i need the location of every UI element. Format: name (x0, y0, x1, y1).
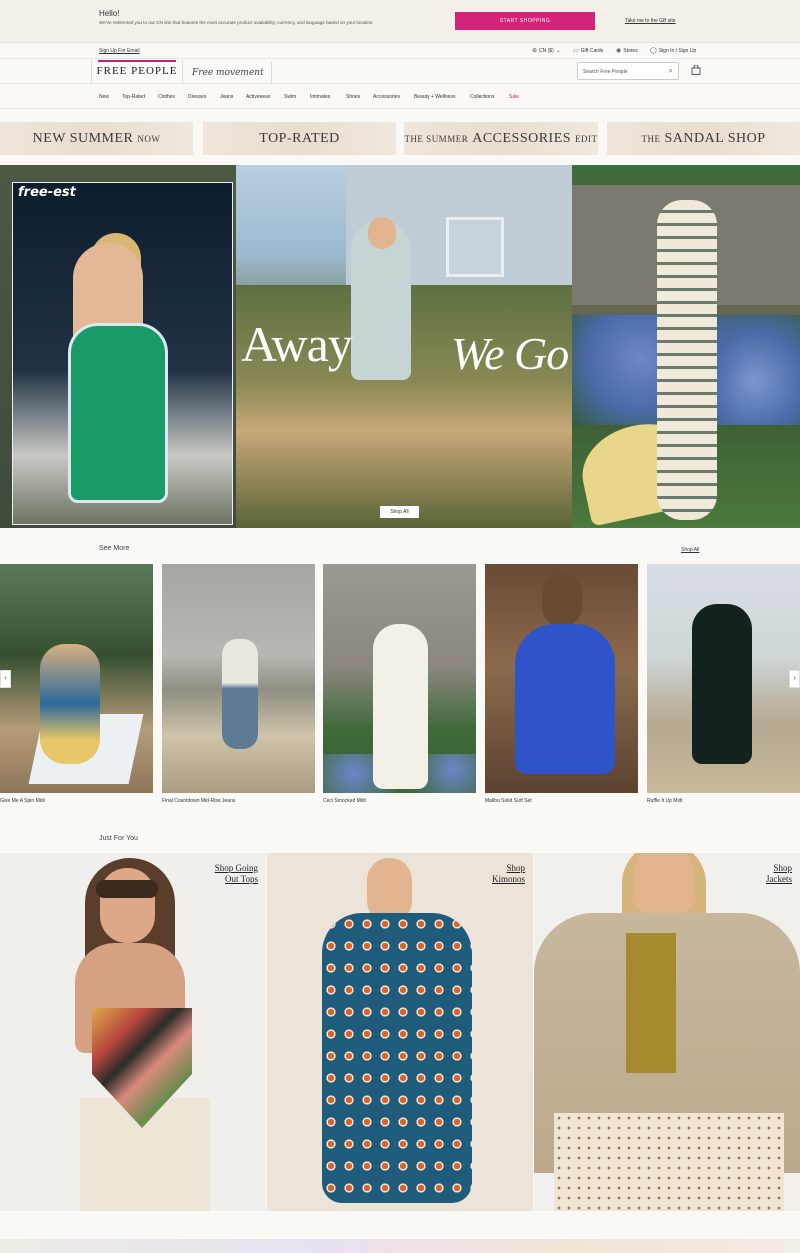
gb-site-link[interactable]: Take me to the GB site (625, 18, 676, 24)
promo-tiles: NEW SUMMER NOW TOP-RATED THE SUMMER ACCE… (0, 122, 800, 155)
product-image[interactable] (162, 564, 315, 793)
tile-link-line2: Kimonos (491, 874, 525, 884)
redirect-message: We've redirected you to our CN site that… (99, 20, 374, 25)
product-card[interactable]: Give Me A Spin Midi (0, 564, 153, 804)
bottom-promo-strip (0, 1239, 800, 1253)
promo-title: SANDAL SHOP (664, 130, 766, 146)
promo-accessories-edit[interactable]: THE SUMMER ACCESSORIES EDIT (404, 122, 598, 155)
tile-link-line1: Shop Going (214, 863, 258, 873)
free-people-logo[interactable]: FREE PEOPLE (91, 60, 183, 84)
location-pin-icon: ◉ (616, 48, 622, 54)
product-image[interactable] (323, 564, 476, 793)
product-card[interactable]: Ceci Smocked Midi (323, 564, 476, 804)
product-card[interactable]: Final Countdown Mid-Rise Jeans (162, 564, 315, 804)
search-icon[interactable]: ⌕ (669, 66, 673, 76)
tile-going-out-tops[interactable]: Shop Going Out Tops (0, 853, 266, 1211)
product-image[interactable] (0, 564, 153, 793)
hero-card-image (12, 182, 233, 525)
nav-item-shoes[interactable]: Shoes (346, 94, 360, 100)
carousel-next-button[interactable]: › (789, 670, 800, 688)
redirect-banner: Hello! We've redirected you to our CN si… (0, 0, 800, 43)
promo-prefix: THE SUMMER (404, 133, 469, 144)
chevron-left-icon: ‹ (4, 675, 7, 682)
search-input[interactable] (583, 66, 663, 77)
gift-cards-link[interactable]: ▭ Gift Cards (573, 47, 604, 55)
product-name[interactable]: Ceci Smocked Midi (323, 798, 366, 804)
gift-cards-label: Gift Cards (580, 47, 604, 54)
nav-item-new[interactable]: New (99, 94, 109, 100)
promo-title: NEW SUMMER (32, 130, 134, 146)
promo-sandal-shop[interactable]: THE SANDAL SHOP (607, 122, 800, 155)
promo-prefix: THE (641, 133, 661, 144)
nav-item-sale[interactable]: Sale (509, 94, 519, 100)
promo-suffix: NOW (137, 133, 161, 144)
tile-kimonos[interactable]: Shop Kimonos (267, 853, 533, 1211)
product-name[interactable]: Malibu Solid Surf Set (485, 798, 532, 804)
main-nav: New Top-Rated Clothes Dresses Jeans Acti… (0, 85, 800, 109)
promo-top-rated[interactable]: TOP-RATED (203, 122, 396, 155)
product-carousel: Give Me A Spin Midi Final Countdown Mid-… (0, 564, 800, 809)
tile-link-line2: Out Tops (225, 874, 258, 884)
product-name[interactable]: Final Countdown Mid-Rise Jeans (162, 798, 235, 804)
product-name[interactable]: Give Me A Spin Midi (0, 798, 45, 804)
search-box[interactable]: ⌕ (577, 62, 679, 80)
just-for-you-title: Just For You (99, 835, 138, 842)
sign-in-link[interactable]: ◯ Sign In / Sign Up (650, 47, 697, 55)
nav-item-swim[interactable]: Swim (284, 94, 296, 100)
gift-card-icon: ▭ (573, 48, 579, 54)
nav-item-accessories[interactable]: Accessories (373, 94, 400, 100)
chevron-down-icon: ⌄ (555, 48, 561, 54)
hero-image-right (572, 165, 800, 528)
nav-item-activewear[interactable]: Activewear (246, 94, 270, 100)
redirect-hello: Hello! (99, 9, 120, 18)
tile-link-line2: Jackets (766, 874, 792, 884)
see-more-shop-all-link[interactable]: Shop All (681, 547, 699, 553)
product-card[interactable]: Malibu Solid Surf Set (485, 564, 638, 804)
see-more-title: See More (99, 545, 130, 552)
promo-suffix: EDIT (575, 133, 598, 144)
globe-icon: ⊕ (532, 48, 538, 54)
product-image[interactable] (647, 564, 800, 793)
shop-jackets-link[interactable]: Shop Jackets (732, 863, 792, 885)
movement-logo[interactable]: Free movement (188, 62, 272, 84)
product-card[interactable]: Ruffle It Up Midi (647, 564, 800, 804)
sign-in-label: Sign In / Sign Up (658, 47, 697, 54)
hero-image-left: free-est (0, 165, 236, 528)
nav-item-collections[interactable]: Collections (470, 94, 494, 100)
tile-link-line1: Shop (506, 863, 525, 873)
just-for-you-grid: Shop Going Out Tops Shop Kimonos Shop Ja… (0, 853, 800, 1211)
tile-link-line1: Shop (773, 863, 792, 873)
start-shopping-button[interactable]: START SHOPPING (455, 12, 595, 30)
stores-label: Stores (623, 47, 638, 54)
hero-banner[interactable]: free-est Away We Go (0, 165, 800, 528)
signup-email-link[interactable]: Sign Up For Email (99, 48, 140, 54)
hero-headline-left: Away (241, 316, 353, 372)
carousel-prev-button[interactable]: ‹ (0, 670, 11, 688)
promo-title: ACCESSORIES (472, 130, 572, 146)
currency-selector[interactable]: ⊕ CN ($) ⌄ (532, 47, 561, 55)
hero-shop-all-button[interactable]: Shop All (380, 506, 419, 518)
product-image[interactable] (485, 564, 638, 793)
promo-new-summer[interactable]: NEW SUMMER NOW (0, 122, 193, 155)
shop-kimonos-link[interactable]: Shop Kimonos (465, 863, 525, 885)
currency-label: CN ($) (539, 47, 554, 54)
nav-item-jeans[interactable]: Jeans (220, 94, 233, 100)
nav-item-intimates[interactable]: Intimates (310, 94, 330, 100)
stores-link[interactable]: ◉ Stores (616, 47, 638, 55)
hero-headline-right: We Go (451, 328, 569, 379)
shop-going-out-tops-link[interactable]: Shop Going Out Tops (198, 863, 258, 885)
tile-jackets[interactable]: Shop Jackets (534, 853, 800, 1211)
nav-item-beauty-wellness[interactable]: Beauty + Wellness (414, 94, 455, 100)
product-name[interactable]: Ruffle It Up Midi (647, 798, 682, 804)
chevron-right-icon: › (793, 675, 796, 682)
shopping-bag-icon[interactable] (691, 65, 701, 75)
utility-bar: Sign Up For Email ⊕ CN ($) ⌄ ▭ Gift Card… (0, 44, 800, 59)
nav-item-clothes[interactable]: Clothes (158, 94, 175, 100)
free-est-brand-tag: free-est (18, 185, 76, 200)
nav-item-top-rated[interactable]: Top-Rated (122, 94, 145, 100)
promo-title: TOP-RATED (259, 130, 340, 146)
nav-item-dresses[interactable]: Dresses (188, 94, 206, 100)
user-icon: ◯ (650, 48, 657, 54)
site-header: FREE PEOPLE Free movement ⌕ (0, 60, 800, 84)
